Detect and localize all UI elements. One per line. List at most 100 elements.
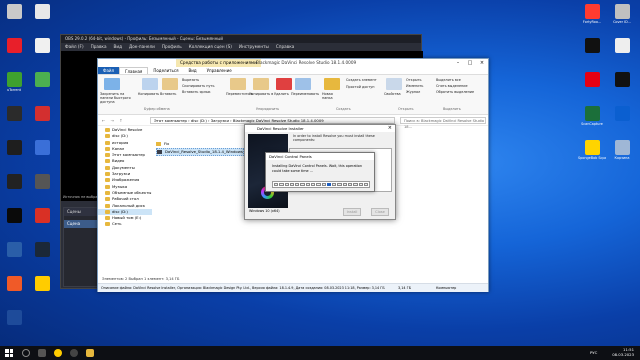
obs-menu-item[interactable]: Док-панели <box>129 44 155 49</box>
select-none-button[interactable]: Снять выделение <box>436 84 468 88</box>
desktop-icon[interactable] <box>0 276 28 302</box>
obs-menu-item[interactable]: Профиль <box>162 44 182 49</box>
pin-icon[interactable] <box>104 78 120 90</box>
search-icon[interactable] <box>22 349 30 357</box>
desktop-icon[interactable] <box>28 106 56 132</box>
install-button[interactable]: Install <box>343 208 361 216</box>
desktop-icon[interactable] <box>0 242 28 268</box>
address-bar[interactable]: Этот компьютер › disc (D:) › Загрузки › … <box>150 117 395 124</box>
obs-menu-item[interactable]: Коллекция сцен (S) <box>189 44 232 49</box>
folder-icon <box>105 134 110 139</box>
copy-to-icon[interactable] <box>253 78 269 90</box>
file-explorer-icon[interactable] <box>86 349 94 357</box>
desktop-icon[interactable]: SpongeBob SquarePant... <box>578 140 606 166</box>
ribbon-tab[interactable]: Файл <box>98 67 120 74</box>
desktop-icon[interactable] <box>0 38 28 64</box>
open-button[interactable]: Открыть <box>406 78 422 82</box>
desktop-icon[interactable] <box>608 38 636 64</box>
app-icon <box>584 140 600 155</box>
desktop-icon[interactable] <box>28 140 56 166</box>
minimize-icon[interactable]: – <box>452 59 464 67</box>
yandex-browser-icon[interactable] <box>54 349 62 357</box>
new-folder-button[interactable]: Новая папка <box>322 92 342 100</box>
close-icon[interactable]: × <box>476 59 488 67</box>
move-to-icon[interactable] <box>230 78 246 90</box>
pin-button[interactable]: Закрепить на панели быстрого доступа <box>100 92 138 104</box>
delete-button[interactable]: Удалить <box>274 92 289 96</box>
desktop-icon[interactable] <box>28 174 56 200</box>
new-item-button[interactable]: Создать элемент <box>346 78 377 82</box>
copy-to-button[interactable]: Копировать в <box>249 92 273 96</box>
file-item[interactable]: DaVinci_Resolve_Studio_18.1.4_Windows <box>156 147 244 156</box>
ribbon-tab[interactable]: Главная <box>119 67 149 74</box>
progress-segment <box>279 183 284 186</box>
file-name: DaVinci_Resolve_Studio_18.1.4_Windows <box>165 148 243 154</box>
obs-menu-item[interactable]: Правка <box>91 44 107 49</box>
desktop-icon[interactable] <box>0 4 28 30</box>
progress-segment <box>274 183 279 186</box>
tray-clock[interactable]: 11:51 08.03.2023 <box>612 347 634 357</box>
obs-menu-item[interactable]: Справка <box>276 44 294 49</box>
tray-language[interactable]: РУС <box>590 350 597 355</box>
desktop-icon[interactable] <box>0 140 28 166</box>
nav-arrows[interactable]: ← → ↑ <box>98 118 146 123</box>
copy-path-button[interactable]: Скопировать путь <box>182 84 214 88</box>
desktop-icon[interactable] <box>28 242 56 268</box>
obs-menu-item[interactable]: Инструменты <box>239 44 269 49</box>
desktop-icon[interactable] <box>28 208 56 234</box>
desktop-icon[interactable] <box>0 310 28 336</box>
close-button[interactable]: Close <box>371 208 389 216</box>
rename-icon[interactable] <box>295 78 311 90</box>
windows-start-icon[interactable] <box>5 349 13 357</box>
new-folder-icon[interactable] <box>324 78 340 90</box>
easy-access-button[interactable]: Простой доступ <box>346 85 374 89</box>
desktop-icon[interactable] <box>28 276 56 302</box>
desktop-icon[interactable] <box>578 72 606 98</box>
taskbar: РУС 11:51 08.03.2023 <box>0 346 640 360</box>
group-open: Открыть <box>398 107 414 111</box>
nav-item-label: Видео <box>112 158 125 164</box>
obs-menu-item[interactable]: Вид <box>114 44 123 49</box>
maximize-icon[interactable]: □ <box>464 59 476 67</box>
ribbon-tab[interactable]: Вид <box>183 67 201 74</box>
select-all-button[interactable]: Выделить все <box>436 78 461 82</box>
desktop-icon[interactable] <box>28 38 56 64</box>
cut-button[interactable]: Вырезать <box>182 78 199 82</box>
paste-button[interactable]: Вставить <box>160 92 176 96</box>
task-view-icon[interactable] <box>38 349 46 357</box>
ribbon-tab[interactable]: Поделиться <box>148 67 183 74</box>
desktop-icon[interactable]: Корзина <box>608 140 636 166</box>
paste-shortcut-button[interactable]: Вставить ярлык <box>182 90 211 94</box>
invert-selection-button[interactable]: Обратить выделение <box>436 90 474 94</box>
search-input[interactable]: Поиск в: Blackmagic DaVinci Resolve Stud… <box>400 117 486 129</box>
properties-button[interactable]: Свойства <box>384 92 401 96</box>
edit-button[interactable]: Изменить <box>406 84 423 88</box>
nav-item[interactable]: Сеть <box>98 221 152 227</box>
desktop-icon[interactable] <box>608 106 636 132</box>
rename-button[interactable]: Переименовать <box>291 92 319 96</box>
nav-item-label: Загрузки <box>112 171 131 177</box>
desktop-icon[interactable] <box>608 72 636 98</box>
folder-icon <box>105 146 110 151</box>
desktop-icon[interactable] <box>578 38 606 64</box>
desktop-icon[interactable] <box>28 4 56 30</box>
delete-icon[interactable] <box>276 78 292 90</box>
obs-menu-item[interactable]: Файл (F) <box>65 44 84 49</box>
copy-icon[interactable] <box>142 78 158 90</box>
close-icon[interactable]: × <box>388 125 392 132</box>
desktop-icon[interactable] <box>28 72 56 98</box>
desktop-icon[interactable] <box>0 106 28 132</box>
ribbon-tab[interactable]: Управление <box>202 67 237 74</box>
obs-icon[interactable] <box>70 349 78 357</box>
paste-icon[interactable] <box>162 78 178 90</box>
desktop-icon[interactable] <box>0 174 28 200</box>
properties-icon[interactable] <box>386 78 402 90</box>
desktop-icon[interactable]: uTorrent <box>0 72 28 98</box>
desktop-icon[interactable]: ScanCapture <box>578 106 606 132</box>
ribbon: Закрепить на панели быстрого доступа Коп… <box>98 75 488 115</box>
desktop-icon[interactable]: FortyRoo... <box>578 4 606 30</box>
copy-button[interactable]: Копировать <box>138 92 159 96</box>
desktop-icon[interactable] <box>0 208 28 234</box>
desktop-icon[interactable]: Cover ID... <box>608 4 636 30</box>
history-button[interactable]: Журнал <box>406 90 420 94</box>
